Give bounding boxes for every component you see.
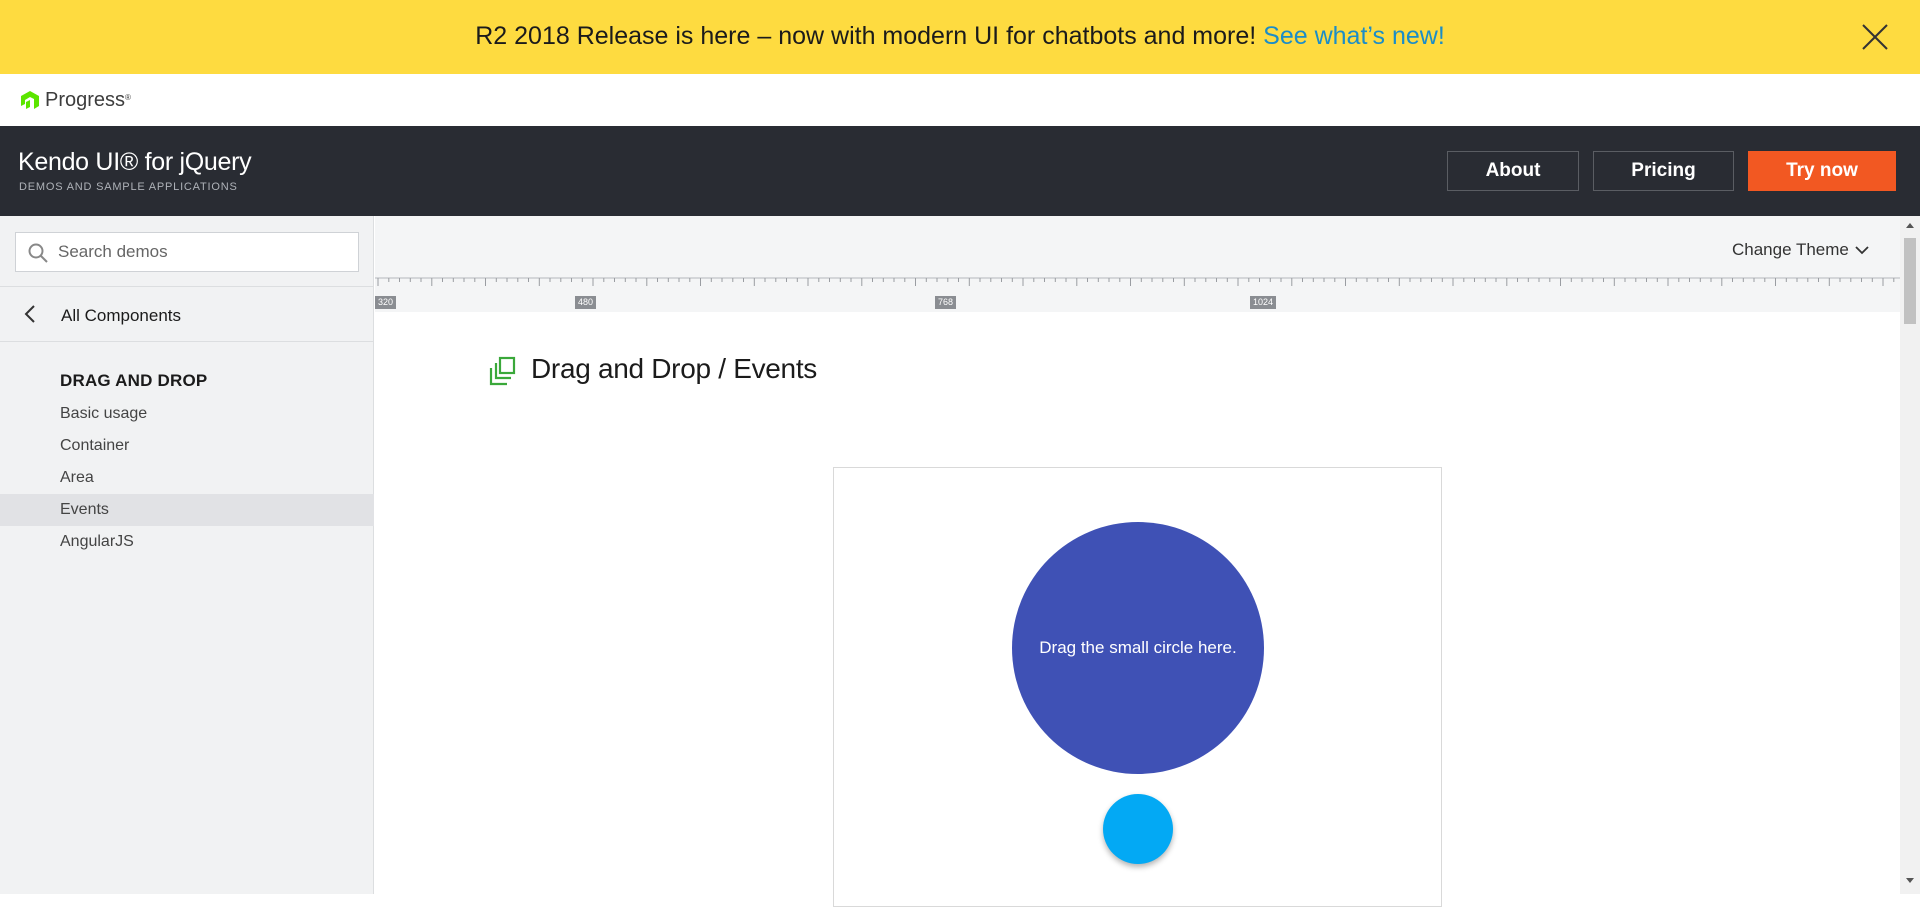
all-components-link[interactable]: All Components [0,287,374,342]
search-box [15,232,359,272]
sidebar-item-container[interactable]: Container [0,430,374,462]
drop-target[interactable]: Drag the small circle here. [1012,522,1264,774]
change-theme-label: Change Theme [1732,240,1849,259]
copy-pages-icon [489,356,516,386]
sidebar-item-basic-usage[interactable]: Basic usage [0,398,374,430]
page-title: Drag and Drop / Events [531,353,817,384]
brand-subtitle: DEMOS AND SAMPLE APPLICATIONS [19,181,238,193]
ruler-label-480[interactable]: 480 [575,296,597,309]
search-icon [28,243,48,263]
all-components-label: All Components [61,306,182,325]
progress-name: Progress [45,88,126,111]
draggable-circle[interactable] [1103,794,1173,864]
banner-message: R2 2018 Release is here – now with moder… [0,22,1920,51]
site-header: Kendo UI® for jQuery DEMOS AND SAMPLE AP… [0,126,1920,216]
progress-trademark: ® [125,93,131,102]
announcement-banner: R2 2018 Release is here – now with moder… [0,0,1920,74]
main-content: Change Theme 320 480 768 1024 Drag and D… [375,216,1920,907]
divider [0,341,374,342]
search-input[interactable] [58,233,348,271]
sidebar-item-angularjs[interactable]: AngularJS [0,526,374,558]
ruler-ticks [375,277,1900,286]
sidebar-item-label: Area [60,469,94,486]
brand-title[interactable]: Kendo UI® for jQuery [18,148,252,177]
demo-container: Drag the small circle here. [833,467,1442,907]
viewport-ruler: 320 480 768 1024 [375,276,1900,312]
banner-text: R2 2018 Release is here – now with moder… [475,22,1257,50]
try-now-button[interactable]: Try now [1748,151,1896,191]
scroll-up-arrow-icon[interactable] [1900,220,1920,230]
section-heading: DRAG AND DROP [60,371,208,390]
about-button[interactable]: About [1447,151,1579,191]
drop-target-label: Drag the small circle here. [1039,638,1237,657]
close-icon[interactable] [1860,22,1890,52]
sidebar: All Components DRAG AND DROP Basic usage… [0,216,374,894]
sidebar-item-label: Events [60,501,109,518]
sidebar-item-label: Basic usage [60,405,148,422]
progress-logo[interactable]: Progress ® [19,87,131,113]
sidebar-item-label: Container [60,437,130,454]
pricing-button[interactable]: Pricing [1593,151,1734,191]
content-toolbar: Change Theme [375,216,1900,276]
sidebar-item-events[interactable]: Events [0,494,374,526]
change-theme-dropdown[interactable]: Change Theme [1732,240,1869,260]
chevron-left-icon [24,305,35,323]
sidebar-item-label: AngularJS [60,533,134,550]
progress-topbar: Progress ® [0,74,1920,126]
sidebar-item-area[interactable]: Area [0,462,374,494]
banner-link[interactable]: See what’s new! [1263,22,1445,50]
progress-logo-icon [21,91,39,109]
ruler-label-320[interactable]: 320 [375,296,397,309]
ruler-label-1024[interactable]: 1024 [1250,296,1277,309]
scrollbar-thumb[interactable] [1904,238,1916,324]
ruler-label-768[interactable]: 768 [935,296,957,309]
scroll-down-arrow-icon[interactable] [1900,876,1920,886]
scrollbar[interactable] [1900,216,1920,894]
chevron-down-icon [1855,246,1869,255]
